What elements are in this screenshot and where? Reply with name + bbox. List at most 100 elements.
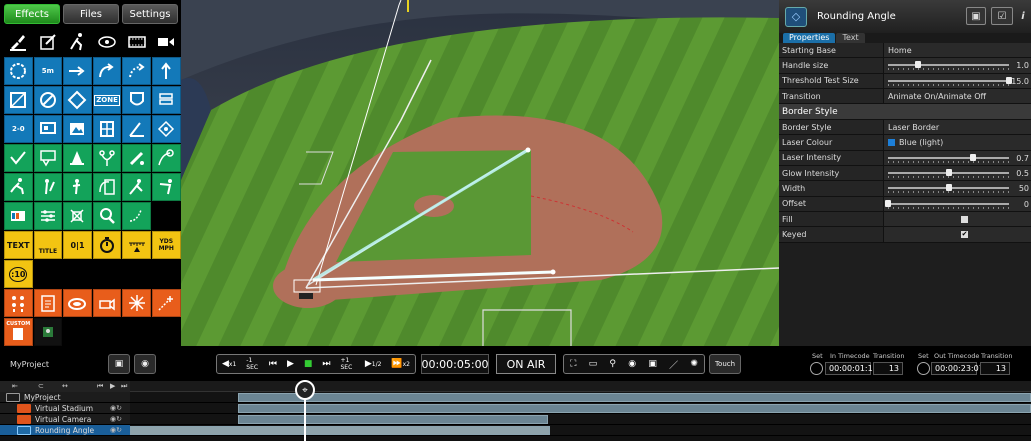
zone-icon[interactable]: ZONE [92,86,122,114]
step-back-button[interactable]: -1 SEC [241,357,264,371]
previous-button[interactable]: ⏮ [264,359,282,369]
slider[interactable] [885,199,1009,209]
tab-text[interactable]: Text [836,33,865,43]
angle-icon[interactable] [122,115,151,143]
stadium-clip[interactable] [238,404,1031,413]
slide-icon[interactable] [122,173,151,201]
circle-icon[interactable] [4,57,33,85]
rounding-angle-clip[interactable] [130,426,550,435]
info-icon[interactable]: i [1017,7,1029,25]
timeline-track[interactable] [130,425,1031,436]
frame-icon[interactable]: ▭ [584,359,603,369]
track-label-project[interactable]: MyProject [0,392,130,403]
magnify-icon[interactable] [92,202,122,230]
catch-icon[interactable] [151,173,181,201]
prop-value[interactable]: Laser Border [884,120,1031,135]
stop-button[interactable]: ■ [299,359,318,369]
flag-icon[interactable] [151,86,181,114]
sliders-icon[interactable] [33,202,63,230]
glow-intensity-slider[interactable]: 0.5 [884,166,1031,181]
curve-arrow-icon[interactable] [92,57,122,85]
play-marker-icon[interactable]: ▶ [110,382,115,390]
player-frame-icon[interactable] [92,173,122,201]
next-button[interactable]: ⏭ [317,359,335,369]
next-marker-icon[interactable]: ⏭ [121,382,127,391]
diamond-field-icon[interactable] [151,115,181,143]
custom-icon[interactable]: CUSTOM [4,318,33,346]
zoom-icon[interactable]: ⚲ [604,359,621,369]
visibility-eye-icon[interactable]: ◉↻ [110,426,122,434]
stadium-icon[interactable] [63,289,92,317]
track-label-virtual-camera[interactable]: Virtual Camera ◉↻ [0,414,130,425]
expand-icon[interactable] [63,202,92,230]
shield-icon[interactable] [122,86,151,114]
playhead-handle[interactable]: ⌖ [295,380,315,400]
out-timecode-field[interactable]: 00:00:23:07 [931,362,984,375]
bat-swing-icon[interactable] [122,144,151,172]
pen-icon[interactable]: ／ [664,358,683,371]
snap-start-icon[interactable]: ⇤ [12,382,18,390]
slow-play-button[interactable]: ▶1/2 [360,359,387,369]
counter-icon[interactable]: 0|1 [63,231,92,259]
laser-colour-select[interactable]: Blue (light) [884,135,1031,150]
scoreboard-icon[interactable]: 2-0 [4,115,33,143]
field-image-icon[interactable] [63,115,92,143]
three-d-trail-icon[interactable] [122,202,151,230]
pitcher-icon[interactable] [63,173,92,201]
colorbars-icon[interactable] [4,202,33,230]
spark-path-icon[interactable] [151,289,181,317]
camera-clip[interactable] [238,415,548,424]
custom-green-icon[interactable] [33,318,63,346]
speech-check-icon[interactable] [33,144,63,172]
stopwatch-icon[interactable] [92,231,122,259]
fill-checkbox[interactable] [961,215,968,223]
speed-icon[interactable]: YDS MPH [151,231,181,259]
snapshot-button[interactable]: ◉ [134,354,156,374]
text-icon[interactable]: TEXT [4,231,33,259]
set-in-clock-icon[interactable] [810,362,823,375]
fit-view-icon[interactable]: ⛶ [565,359,581,369]
arrow-right-icon[interactable] [63,57,92,85]
title-icon[interactable]: TITLE [33,231,63,259]
timeline-ruler[interactable] [130,381,1031,392]
slider[interactable] [888,169,1009,179]
3d-viewport[interactable] [181,0,779,346]
cone-icon[interactable] [63,144,92,172]
camera-icon[interactable] [151,28,181,56]
tab-effects[interactable]: Effects [4,4,60,24]
screen-icon[interactable] [33,115,63,143]
prop-value[interactable]: Home [884,43,1031,58]
slider[interactable] [888,61,1009,71]
arrow-up-icon[interactable] [151,57,181,85]
player-run-icon[interactable] [63,28,92,56]
timeline-track[interactable] [130,403,1031,414]
ruler-icon[interactable] [122,231,151,259]
out-transition-field[interactable]: 13 [980,362,1010,375]
fast-forward-button[interactable]: ⏩x2 [386,359,415,369]
no-entry-icon[interactable] [33,86,63,114]
save-icon[interactable]: ▣ [966,7,986,25]
keyed-checkbox[interactable]: ✔ [961,230,968,238]
tag-icon[interactable] [63,86,92,114]
span-icon[interactable]: ↔ [62,382,68,390]
threshold-slider[interactable]: 15.0 [884,73,1031,88]
tab-settings[interactable]: Settings [122,4,178,24]
timeline-track[interactable] [130,414,1031,425]
slider[interactable] [888,153,1009,163]
dashed-arrow-icon[interactable] [122,57,151,85]
distance-icon[interactable]: 5m [33,57,63,85]
in-transition-field[interactable]: 13 [873,362,903,375]
camera-angle-icon[interactable] [92,289,122,317]
eye-icon[interactable] [92,28,122,56]
burst-icon[interactable] [122,289,151,317]
settings-icon[interactable]: ✺ [685,359,703,369]
on-air-button[interactable]: ON AIR [496,354,556,374]
slider[interactable] [888,76,1012,86]
runner-icon[interactable] [4,173,33,201]
rewind-button[interactable]: ◀x1 [217,359,241,369]
prop-value[interactable]: Animate On/Animate Off [884,88,1031,104]
set-out-clock-icon[interactable] [917,362,930,375]
handle-size-slider[interactable]: 1.0 [884,58,1031,73]
save-project-button[interactable]: ▣ [108,354,130,374]
timeline-track[interactable] [130,392,1031,403]
